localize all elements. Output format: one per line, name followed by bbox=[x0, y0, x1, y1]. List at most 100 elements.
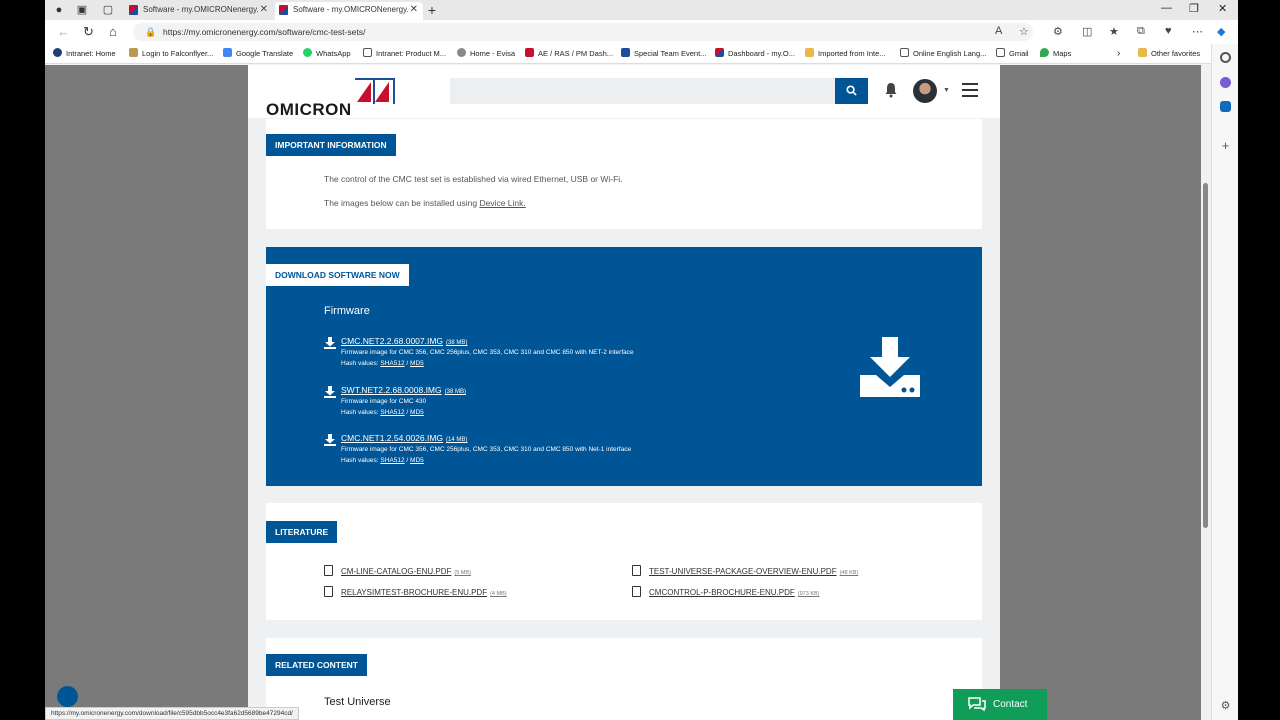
extensions-icon[interactable]: ⚙ bbox=[1053, 25, 1063, 38]
restore-icon[interactable]: ❐ bbox=[1189, 2, 1199, 15]
search-icon bbox=[846, 84, 857, 96]
bookmark-intranet-home[interactable]: Intranet: Home bbox=[53, 47, 116, 60]
literature-item[interactable]: RELAYSIMTEST-BROCHURE-ENU.PDF (4 MB) bbox=[324, 586, 507, 597]
read-aloud-icon[interactable]: A bbox=[995, 25, 1002, 37]
home-icon[interactable]: ⌂ bbox=[109, 24, 117, 39]
important-information-label: IMPORTANT INFORMATION bbox=[266, 134, 396, 156]
other-favorites[interactable]: Other favorites bbox=[1138, 47, 1200, 60]
bookmark-gmail[interactable]: Gmail bbox=[996, 47, 1029, 60]
literature-item[interactable]: CMCONTROL-P-BROCHURE-ENU.PDF (973 KB) bbox=[632, 586, 820, 597]
sha512-link[interactable]: SHA512 bbox=[380, 360, 404, 367]
scrollbar-thumb[interactable] bbox=[1203, 183, 1208, 528]
bookmark-label: Other favorites bbox=[1151, 49, 1201, 58]
gear-icon[interactable]: ⚙ bbox=[1220, 701, 1231, 712]
literature-item[interactable]: TEST-UNIVERSE-PACKAGE-OVERVIEW-ENU.PDF (4… bbox=[632, 565, 858, 576]
firmware-heading: Firmware bbox=[324, 305, 370, 317]
more-menu-icon[interactable]: ⋯ bbox=[1192, 25, 1203, 38]
literature-file-name[interactable]: CM-LINE-CATALOG-ENU.PDF bbox=[341, 567, 451, 576]
pdf-icon bbox=[632, 586, 641, 597]
tab-software-2[interactable]: Software - my.OMICRONenergy. ✕ bbox=[275, 2, 423, 20]
download-icon[interactable] bbox=[324, 434, 336, 446]
firmware-file-name[interactable]: CMC.NET1.2.54.0026.IMG bbox=[341, 433, 443, 443]
bookmark-evisa[interactable]: Home - Evisa bbox=[457, 47, 515, 60]
pdf-icon bbox=[324, 565, 333, 576]
favorite-star-icon[interactable]: ☆ bbox=[1019, 25, 1029, 38]
translate-icon bbox=[223, 48, 232, 57]
copilot-sidebar-icon[interactable] bbox=[1220, 77, 1231, 88]
md5-link[interactable]: MD5 bbox=[410, 360, 424, 367]
profile-icon[interactable]: ● bbox=[52, 3, 66, 17]
url-field[interactable]: 🔒 https://my.omicronenergy.com/software/… bbox=[133, 23, 1033, 41]
bookmark-google-translate[interactable]: Google Translate bbox=[223, 47, 293, 60]
sha512-link[interactable]: SHA512 bbox=[380, 409, 404, 416]
outlook-icon[interactable] bbox=[1220, 101, 1231, 112]
download-icon[interactable] bbox=[324, 386, 336, 398]
browser-essentials-icon[interactable]: ♥ bbox=[1165, 25, 1172, 37]
bookmarks-overflow-icon[interactable]: › bbox=[1117, 47, 1120, 60]
firmware-file-size: (38 MB) bbox=[446, 340, 468, 346]
hamburger-menu-icon[interactable] bbox=[962, 83, 978, 97]
add-icon[interactable]: + bbox=[1220, 139, 1231, 152]
bookmark-dashboard[interactable]: Dashboard - my.O... bbox=[715, 47, 795, 60]
close-tab-icon[interactable]: ✕ bbox=[260, 2, 268, 18]
close-window-icon[interactable]: ✕ bbox=[1218, 2, 1227, 15]
bookmark-label: Gmail bbox=[1009, 49, 1029, 58]
firmware-file-name[interactable]: SWT.NET2.2.68.0008.IMG bbox=[341, 385, 442, 395]
firmware-file-name[interactable]: CMC.NET2.2.68.0007.IMG bbox=[341, 336, 443, 346]
firmware-download-link[interactable]: CMC.NET2.2.68.0007.IMG (38 MB) bbox=[341, 336, 467, 346]
bookmark-intranet-product[interactable]: Intranet: Product M... bbox=[363, 47, 446, 60]
minimize-icon[interactable]: — bbox=[1161, 2, 1172, 14]
device-link[interactable]: Device Link. bbox=[479, 198, 525, 208]
info-connection-text: The control of the CMC test set is estab… bbox=[324, 174, 623, 184]
search-icon[interactable] bbox=[1220, 52, 1231, 63]
omicron-logo-text[interactable]: OMICRON bbox=[266, 100, 352, 120]
address-bar-row: ← ↻ ⌂ 🔒 https://my.omicronenergy.com/sof… bbox=[45, 20, 1238, 44]
tab-software-1[interactable]: Software - my.OMICRONenergy. ✕ bbox=[125, 2, 273, 20]
literature-file-size: (973 KB) bbox=[797, 591, 820, 597]
download-icon[interactable] bbox=[324, 337, 336, 349]
bookmark-imported[interactable]: Imported from Inte... bbox=[805, 47, 886, 60]
bell-icon[interactable] bbox=[884, 82, 898, 98]
bookmark-english[interactable]: Online English Lang... bbox=[900, 47, 986, 60]
user-avatar[interactable] bbox=[913, 79, 937, 103]
browser-window: ● ▣ ▢ Software - my.OMICRONenergy. ✕ Sof… bbox=[45, 0, 1238, 720]
page-icon bbox=[363, 48, 372, 57]
firmware-download-link[interactable]: CMC.NET1.2.54.0026.IMG (14 MB) bbox=[341, 433, 467, 443]
literature-item[interactable]: CM-LINE-CATALOG-ENU.PDF (5 MB) bbox=[324, 565, 471, 576]
bookmark-ae-ras-pm[interactable]: AE / RAS / PM Dash... bbox=[525, 47, 613, 60]
workspaces-icon[interactable]: ▣ bbox=[75, 3, 89, 17]
firmware-download-link[interactable]: SWT.NET2.2.68.0008.IMG (38 MB) bbox=[341, 385, 466, 395]
tab-actions-icon[interactable]: ▢ bbox=[101, 3, 115, 17]
refresh-icon[interactable]: ↻ bbox=[83, 24, 94, 40]
chevron-down-icon[interactable]: ▼ bbox=[943, 87, 950, 94]
search-button[interactable] bbox=[835, 78, 868, 104]
md5-link[interactable]: MD5 bbox=[410, 409, 424, 416]
bookmark-label: Maps bbox=[1053, 49, 1072, 58]
favorites-icon[interactable]: ★ bbox=[1109, 25, 1119, 38]
site-search-input[interactable] bbox=[450, 78, 835, 104]
collections-icon[interactable]: ⧉ bbox=[1137, 25, 1145, 38]
related-content-title[interactable]: Test Universe bbox=[324, 696, 391, 708]
close-tab-icon[interactable]: ✕ bbox=[410, 2, 418, 18]
literature-file-name[interactable]: RELAYSIMTEST-BROCHURE-ENU.PDF bbox=[341, 588, 487, 597]
bookmark-label: Intranet: Product M... bbox=[376, 49, 447, 58]
page-scrollbar[interactable] bbox=[1201, 65, 1211, 720]
download-software-card: DOWNLOAD SOFTWARE NOW Firmware CMC.NET2.… bbox=[266, 247, 982, 486]
contact-button[interactable]: Contact bbox=[953, 689, 1047, 720]
md5-link[interactable]: MD5 bbox=[410, 457, 424, 464]
bookmark-label: Home - Evisa bbox=[470, 49, 516, 58]
bookmark-maps[interactable]: Maps bbox=[1040, 47, 1071, 60]
new-tab-icon[interactable]: + bbox=[425, 3, 439, 17]
bookmark-whatsapp[interactable]: WhatsApp bbox=[303, 47, 351, 60]
split-screen-icon[interactable]: ◫ bbox=[1082, 25, 1092, 38]
back-icon[interactable]: ← bbox=[57, 24, 70, 39]
bookmark-special-team[interactable]: Special Team Event... bbox=[621, 47, 706, 60]
copilot-icon[interactable]: ◆ bbox=[1217, 25, 1225, 38]
cookie-settings-button[interactable] bbox=[57, 686, 78, 707]
literature-label: LITERATURE bbox=[266, 521, 338, 543]
literature-file-name[interactable]: TEST-UNIVERSE-PACKAGE-OVERVIEW-ENU.PDF bbox=[649, 567, 837, 576]
sha512-link[interactable]: SHA512 bbox=[380, 457, 404, 464]
omicron-logo-mark[interactable] bbox=[355, 78, 395, 114]
literature-file-name[interactable]: CMCONTROL-P-BROCHURE-ENU.PDF bbox=[649, 588, 795, 597]
bookmark-falconflyer[interactable]: Login to Falconflyer... bbox=[129, 47, 213, 60]
